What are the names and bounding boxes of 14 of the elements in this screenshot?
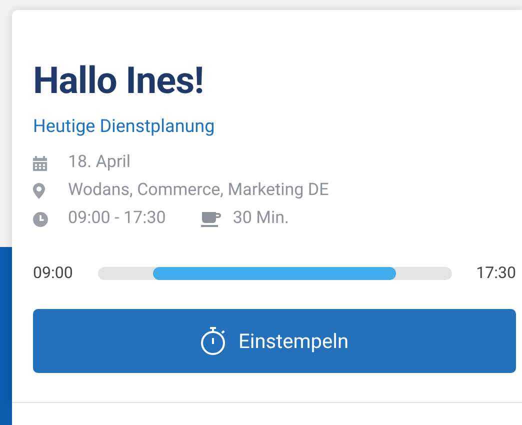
break-duration: 30 Min. bbox=[232, 207, 289, 230]
shift-date: 18. April bbox=[68, 151, 130, 174]
start-time: 09:00 bbox=[33, 262, 74, 284]
clock-icon bbox=[33, 212, 48, 226]
shift-hours: 09:00 - 17:30 bbox=[68, 207, 166, 230]
map-pin-icon bbox=[33, 183, 45, 199]
stopwatch-icon bbox=[200, 326, 226, 356]
subtitle: Heutige Dienstplanung bbox=[33, 115, 215, 139]
end-time: 17:30 bbox=[476, 262, 516, 284]
shift-location: Wodans, Commerce, Marketing DE bbox=[68, 179, 329, 202]
greeting-title: Hallo Ines! bbox=[33, 60, 204, 104]
calendar-icon bbox=[33, 156, 47, 170]
clock-in-button[interactable]: Einstempeln bbox=[33, 309, 516, 373]
coffee-cup-icon bbox=[200, 212, 223, 226]
